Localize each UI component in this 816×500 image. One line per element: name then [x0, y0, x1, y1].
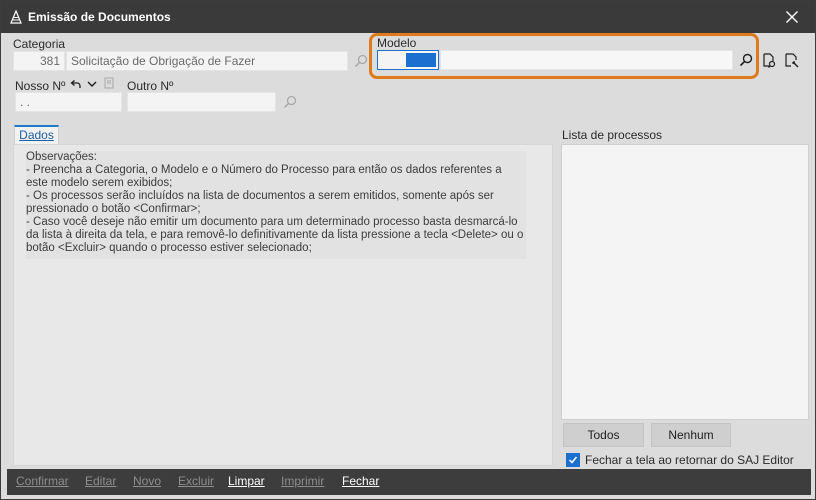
novo-button[interactable]: Novo: [133, 474, 161, 488]
modelo-highlight-frame: [369, 33, 759, 79]
nosso-no-dropdown-button[interactable]: [85, 75, 99, 93]
confirmar-button[interactable]: Confirmar: [16, 474, 69, 488]
categoria-name-field[interactable]: Solicitação de Obrigação de Fazer: [66, 51, 348, 71]
fechar-tela-label[interactable]: Fechar a tela ao retornar do SAJ Editor: [585, 453, 794, 467]
nosso-no-undo-button[interactable]: [68, 75, 82, 93]
todos-button[interactable]: Todos: [563, 423, 644, 447]
chevron-down-icon: [87, 81, 97, 87]
modelo-edit-button[interactable]: [783, 51, 801, 69]
observacoes-text: Observações: - Preencha a Categoria, o M…: [26, 151, 526, 259]
lista-processos-label: Lista de processos: [562, 128, 663, 142]
editar-button[interactable]: Editar: [85, 474, 116, 488]
categoria-label: Categoria: [13, 37, 66, 51]
categoria-search-button[interactable]: [352, 52, 370, 70]
nenhum-button[interactable]: Nenhum: [651, 423, 731, 447]
fechar-tela-checkbox[interactable]: [566, 453, 580, 467]
categoria-code-field[interactable]: 381: [13, 51, 65, 71]
tab-dados[interactable]: Dados: [14, 125, 59, 145]
outro-no-field[interactable]: [127, 92, 276, 112]
limpar-button[interactable]: Limpar: [228, 474, 265, 488]
document-search-icon: [763, 53, 776, 68]
undo-icon: [70, 80, 81, 88]
close-icon: [786, 11, 798, 23]
outro-no-search-button[interactable]: [281, 93, 299, 111]
imprimir-button[interactable]: Imprimir: [281, 474, 324, 488]
action-bar: Confirmar Editar Novo Excluir Limpar Imp…: [7, 469, 811, 495]
modelo-refresh-button[interactable]: [760, 51, 778, 69]
document-icon: [104, 77, 114, 89]
checkmark-icon: [568, 456, 578, 464]
search-icon: [283, 95, 297, 109]
search-icon: [354, 54, 368, 68]
excluir-button[interactable]: Excluir: [178, 474, 214, 488]
nosso-no-label: Nosso Nº: [15, 79, 66, 93]
emissao-documentos-window: Emissão de Documentos Categoria 381 Soli…: [0, 0, 816, 500]
fechar-button[interactable]: Fechar: [342, 474, 379, 488]
close-button[interactable]: [777, 5, 807, 29]
title-bar: Emissão de Documentos: [1, 1, 815, 33]
app-logo-icon: [10, 10, 22, 24]
dados-panel: Observações: - Preencha a Categoria, o M…: [13, 144, 553, 466]
nosso-no-info-button[interactable]: [102, 74, 116, 92]
window-title: Emissão de Documentos: [28, 10, 171, 24]
lista-processos[interactable]: [561, 144, 809, 420]
nosso-no-field[interactable]: . .: [15, 92, 122, 112]
document-edit-icon: [785, 53, 799, 68]
outro-no-label: Outro Nº: [127, 79, 174, 93]
